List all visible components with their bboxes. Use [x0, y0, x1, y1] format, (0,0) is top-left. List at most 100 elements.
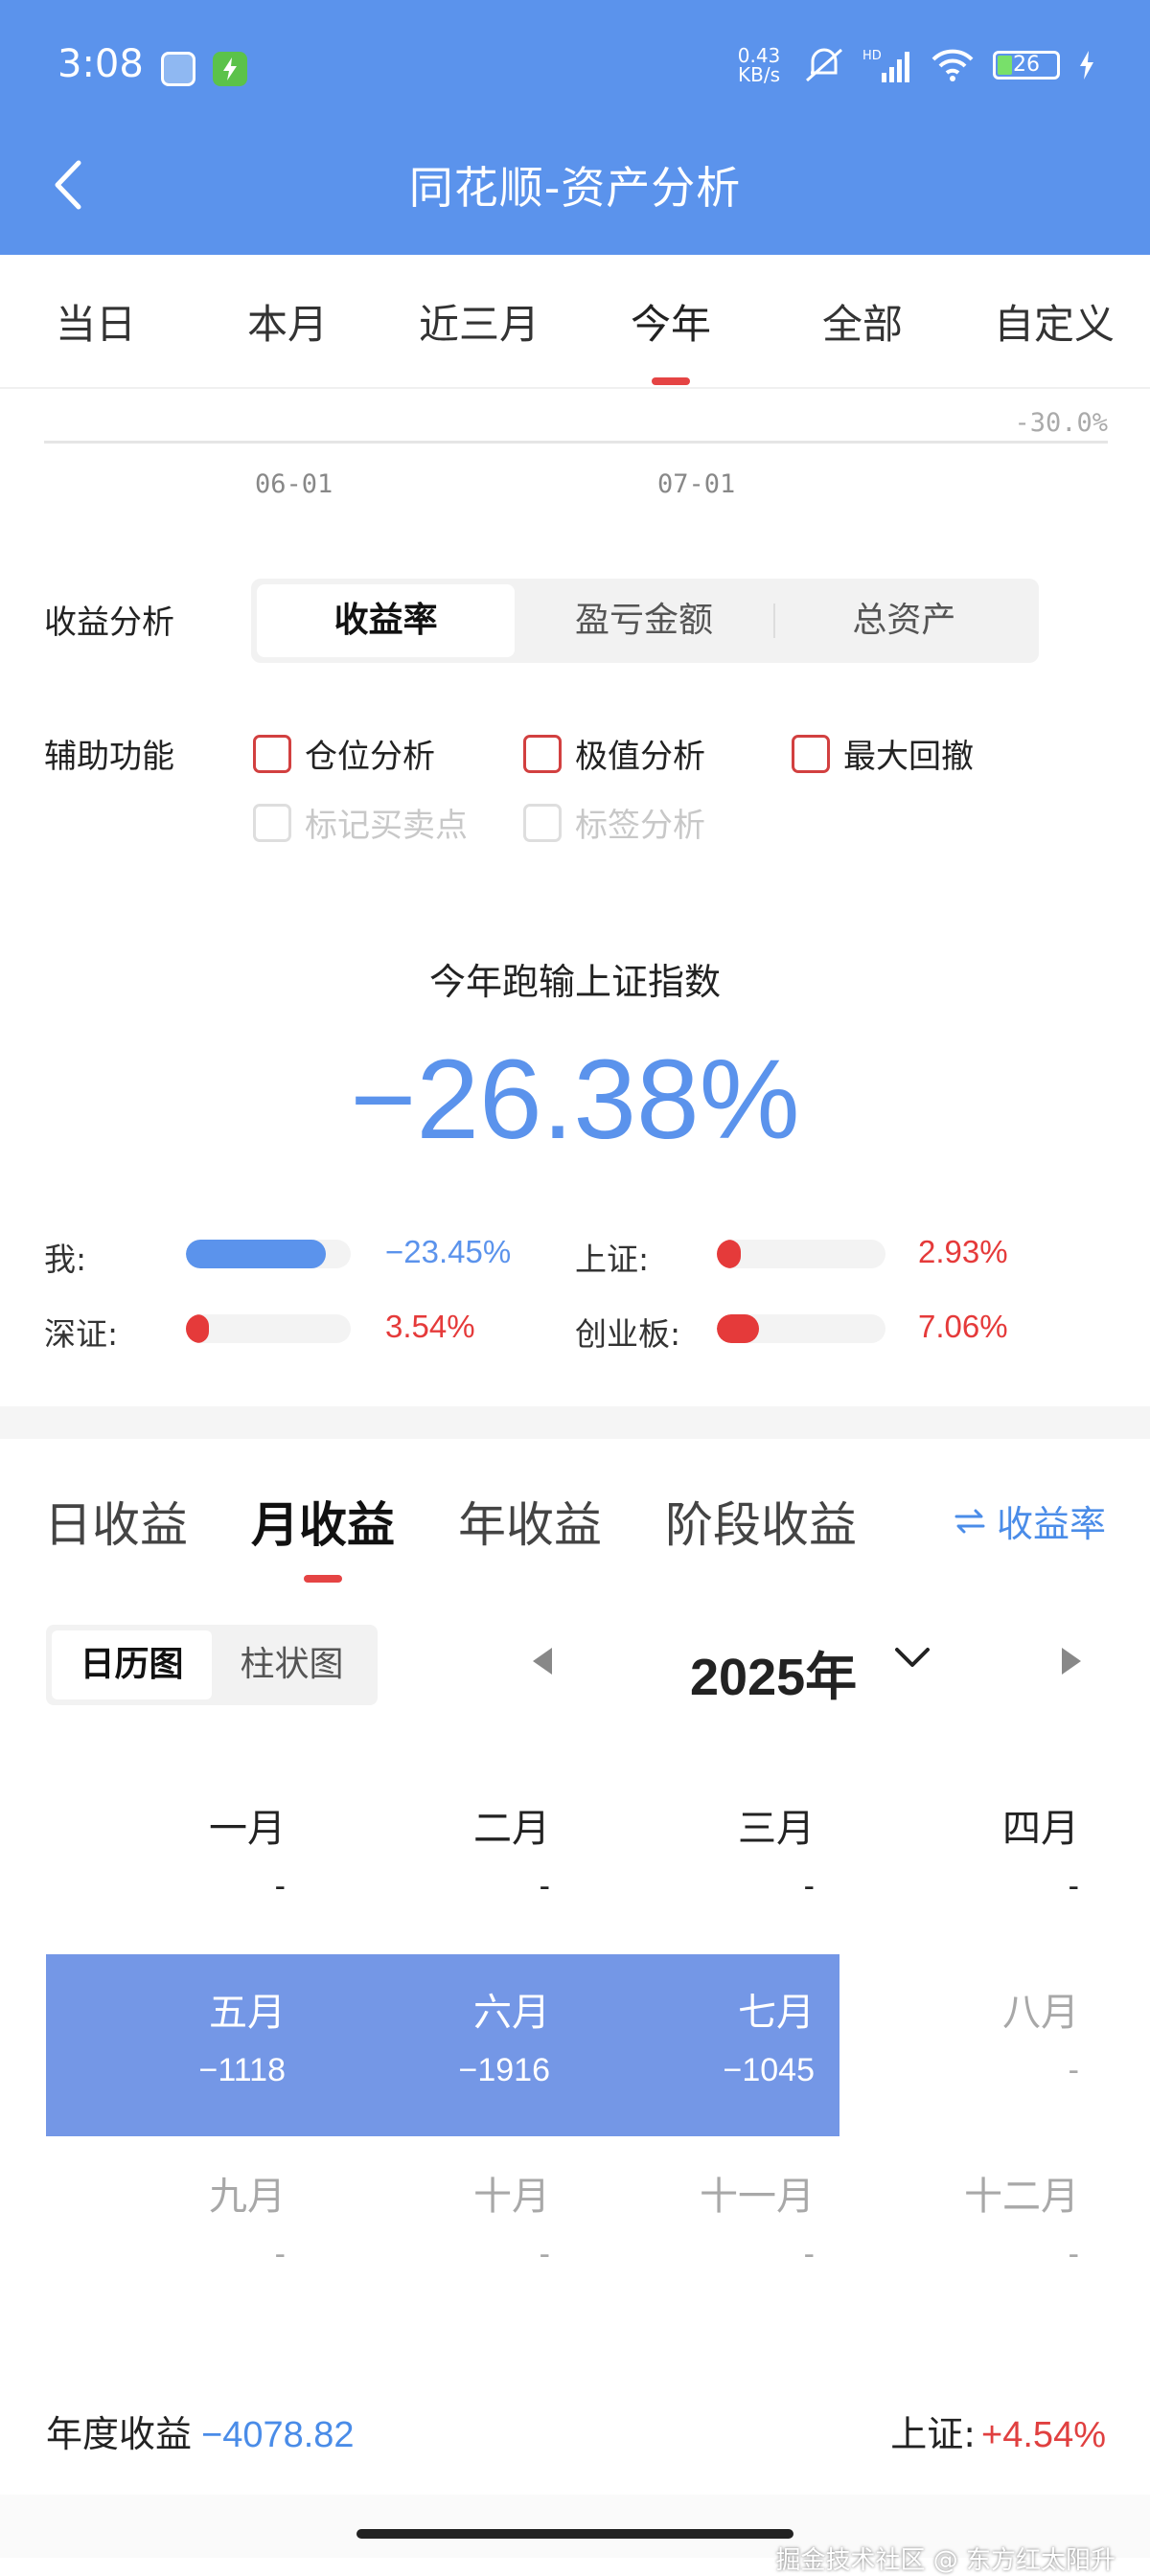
- svg-text:HD: HD: [862, 49, 882, 63]
- view-bar-chart[interactable]: 柱状图: [212, 1630, 372, 1699]
- month-cell[interactable]: 十二月 -: [840, 2165, 1104, 2273]
- cmp-label-chinext: 创业板:: [575, 1315, 681, 1353]
- month-cell[interactable]: 三月 -: [575, 1797, 840, 1905]
- month-cell[interactable]: 四月 -: [840, 1797, 1104, 1905]
- segment-profit-amount[interactable]: 盈亏金额: [515, 584, 772, 657]
- cmp-label-shanghai: 上证:: [575, 1241, 650, 1278]
- prev-year-button[interactable]: [533, 1648, 552, 1675]
- compass-app-icon: [161, 52, 196, 86]
- tab-all[interactable]: 全部: [767, 292, 958, 351]
- month-cell[interactable]: 五月 −1118: [46, 1981, 310, 2089]
- app-header: 3:08 0.43 KB/s HD 26 同花顺-资产分析: [0, 0, 1150, 255]
- month-cell[interactable]: 一月 -: [46, 1797, 310, 1905]
- month-value: -: [1068, 1868, 1079, 1904]
- cmp-label-me: 我:: [44, 1241, 87, 1278]
- month-value: -: [803, 2236, 815, 2272]
- month-label: 二月: [473, 1807, 550, 1851]
- charge-app-icon: [213, 52, 247, 86]
- network-speed: 0.43 KB/s: [737, 44, 781, 86]
- checkbox-label: 标记买卖点: [305, 807, 468, 845]
- cmp-bar-chinext: [717, 1314, 886, 1343]
- analysis-segmented-control: 收益率 盈亏金额 总资产: [251, 579, 1039, 663]
- cmp-value-shanghai: 2.93%: [918, 1234, 1008, 1269]
- month-label: 十二月: [964, 2175, 1079, 2219]
- tab-this-year[interactable]: 今年: [575, 292, 767, 385]
- cmp-value-chinext: 7.06%: [918, 1309, 1008, 1344]
- chevron-down-icon[interactable]: [893, 1644, 932, 1673]
- rate-toggle-button[interactable]: 收益率: [953, 1494, 1106, 1547]
- month-value: -: [1068, 2236, 1079, 2272]
- month-label: 十一月: [700, 2175, 815, 2219]
- view-toggle: 日历图 柱状图: [46, 1625, 378, 1705]
- month-value: -: [274, 1868, 286, 1904]
- cmp-value-me: −23.45%: [385, 1234, 512, 1269]
- month-label: 四月: [1002, 1807, 1079, 1851]
- cmp-fill: [717, 1314, 759, 1343]
- month-label: 九月: [209, 2175, 286, 2219]
- chart-baseline: [44, 441, 1108, 444]
- comparison-title: 今年跑输上证指数: [428, 961, 721, 1003]
- checkbox-label: 标签分析: [575, 807, 705, 845]
- checkbox-label: 极值分析: [575, 738, 705, 776]
- month-cell[interactable]: 六月 −1916: [310, 1981, 575, 2089]
- shanghai-annual-label: 上证:: [890, 2413, 977, 2455]
- segment-total-assets[interactable]: 总资产: [775, 584, 1033, 657]
- checkbox-label: 仓位分析: [305, 738, 435, 776]
- month-value: −1916: [458, 2052, 551, 2088]
- home-indicator[interactable]: [356, 2529, 794, 2539]
- tab-yearly-returns[interactable]: 年收益: [458, 1487, 602, 1556]
- chart-y-tick: -30.0%: [1014, 408, 1108, 438]
- month-value: -: [539, 2236, 550, 2272]
- tab-this-month[interactable]: 本月: [192, 292, 383, 351]
- chart-x-tick: 06-01: [255, 469, 334, 499]
- analysis-label: 收益分析: [44, 604, 174, 642]
- charging-icon: [1080, 51, 1093, 80]
- checkbox-label: 最大回撤: [843, 738, 974, 776]
- checkbox-tag-analysis: 标签分析: [523, 799, 705, 846]
- swap-icon: [954, 1509, 985, 1533]
- annual-label: 年度收益: [46, 2413, 193, 2455]
- tab-daily-returns[interactable]: 日收益: [44, 1487, 188, 1556]
- month-label: 十月: [473, 2175, 550, 2219]
- checkbox-box: [253, 803, 291, 842]
- view-calendar[interactable]: 日历图: [52, 1630, 212, 1699]
- tab-today[interactable]: 当日: [0, 292, 192, 351]
- month-cell[interactable]: 九月 -: [46, 2165, 310, 2273]
- month-value: -: [274, 2236, 286, 2272]
- status-time: 3:08: [58, 42, 144, 86]
- cmp-fill: [186, 1240, 327, 1268]
- wifi-icon: [932, 49, 974, 81]
- checkbox-extreme-analysis[interactable]: 极值分析: [523, 730, 705, 777]
- month-value: -: [1068, 2052, 1079, 2088]
- page-title: 同花顺-资产分析: [408, 162, 742, 214]
- month-label: 八月: [1002, 1991, 1079, 2035]
- year-selector[interactable]: 2025年: [690, 1634, 857, 1710]
- tab-custom[interactable]: 自定义: [958, 292, 1150, 351]
- next-year-button[interactable]: [1062, 1648, 1081, 1675]
- tab-stage-returns[interactable]: 阶段收益: [665, 1487, 857, 1556]
- cmp-fill: [717, 1240, 741, 1268]
- month-cell[interactable]: 十一月 -: [575, 2165, 840, 2273]
- checkbox-position-analysis[interactable]: 仓位分析: [253, 730, 435, 777]
- cmp-label-shenzhen: 深证:: [44, 1315, 119, 1353]
- checkbox-max-drawdown[interactable]: 最大回撤: [792, 730, 974, 777]
- watermark: 掘金技术社区 @ 东方红太阳升: [775, 2546, 1116, 2575]
- month-value: -: [803, 1868, 815, 1904]
- period-tabs: 当日 本月 近三月 今年 全部 自定义: [0, 255, 1150, 389]
- month-cell[interactable]: 十月 -: [310, 2165, 575, 2273]
- battery-icon: 26: [993, 51, 1060, 80]
- tab-three-months[interactable]: 近三月: [383, 292, 575, 351]
- month-cell[interactable]: 八月 -: [840, 1981, 1104, 2089]
- annual-value: −4078.82: [201, 2415, 355, 2455]
- returns-tabs: 日收益 月收益 年收益 阶段收益: [44, 1487, 857, 1583]
- tab-monthly-returns[interactable]: 月收益: [251, 1487, 395, 1583]
- checkbox-box: [523, 803, 562, 842]
- aux-label: 辅助功能: [44, 738, 174, 776]
- annual-returns: 年度收益 −4078.82: [46, 2405, 355, 2457]
- checkbox-box: [523, 734, 562, 773]
- comparison-value: −26.38%: [350, 1037, 800, 1163]
- mute-icon: [806, 48, 842, 82]
- segment-return-rate[interactable]: 收益率: [257, 584, 516, 657]
- month-cell[interactable]: 二月 -: [310, 1797, 575, 1905]
- month-cell[interactable]: 七月 −1045: [575, 1981, 840, 2089]
